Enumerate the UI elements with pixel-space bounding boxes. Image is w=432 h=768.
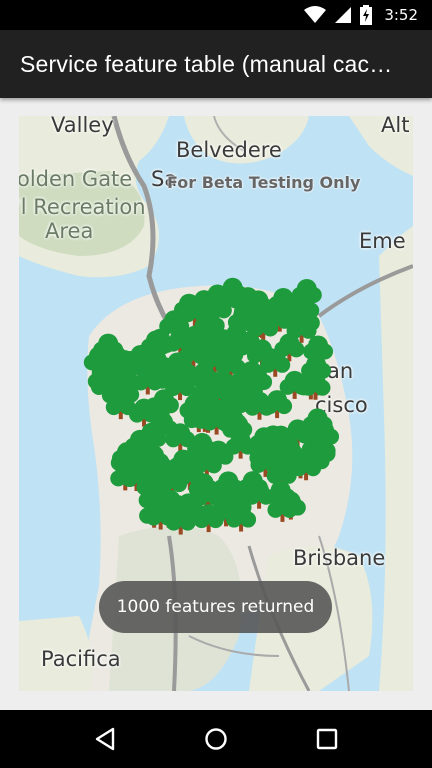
signal-icon xyxy=(335,7,352,23)
navigation-bar xyxy=(0,710,432,768)
page-title: Service feature table (manual cac… xyxy=(20,50,393,77)
status-bar: 3:52 xyxy=(0,0,432,30)
wifi-icon xyxy=(304,6,327,23)
recents-button[interactable] xyxy=(307,719,347,759)
toast-message: 1000 features returned xyxy=(99,581,332,633)
back-icon xyxy=(96,727,115,751)
home-button[interactable] xyxy=(196,719,236,759)
back-button[interactable] xyxy=(85,719,125,759)
home-icon xyxy=(205,728,227,750)
app-bar: Service feature table (manual cac… xyxy=(0,30,432,98)
status-time: 3:52 xyxy=(384,6,418,24)
battery-charging-icon xyxy=(360,5,373,25)
recents-icon xyxy=(316,728,337,750)
